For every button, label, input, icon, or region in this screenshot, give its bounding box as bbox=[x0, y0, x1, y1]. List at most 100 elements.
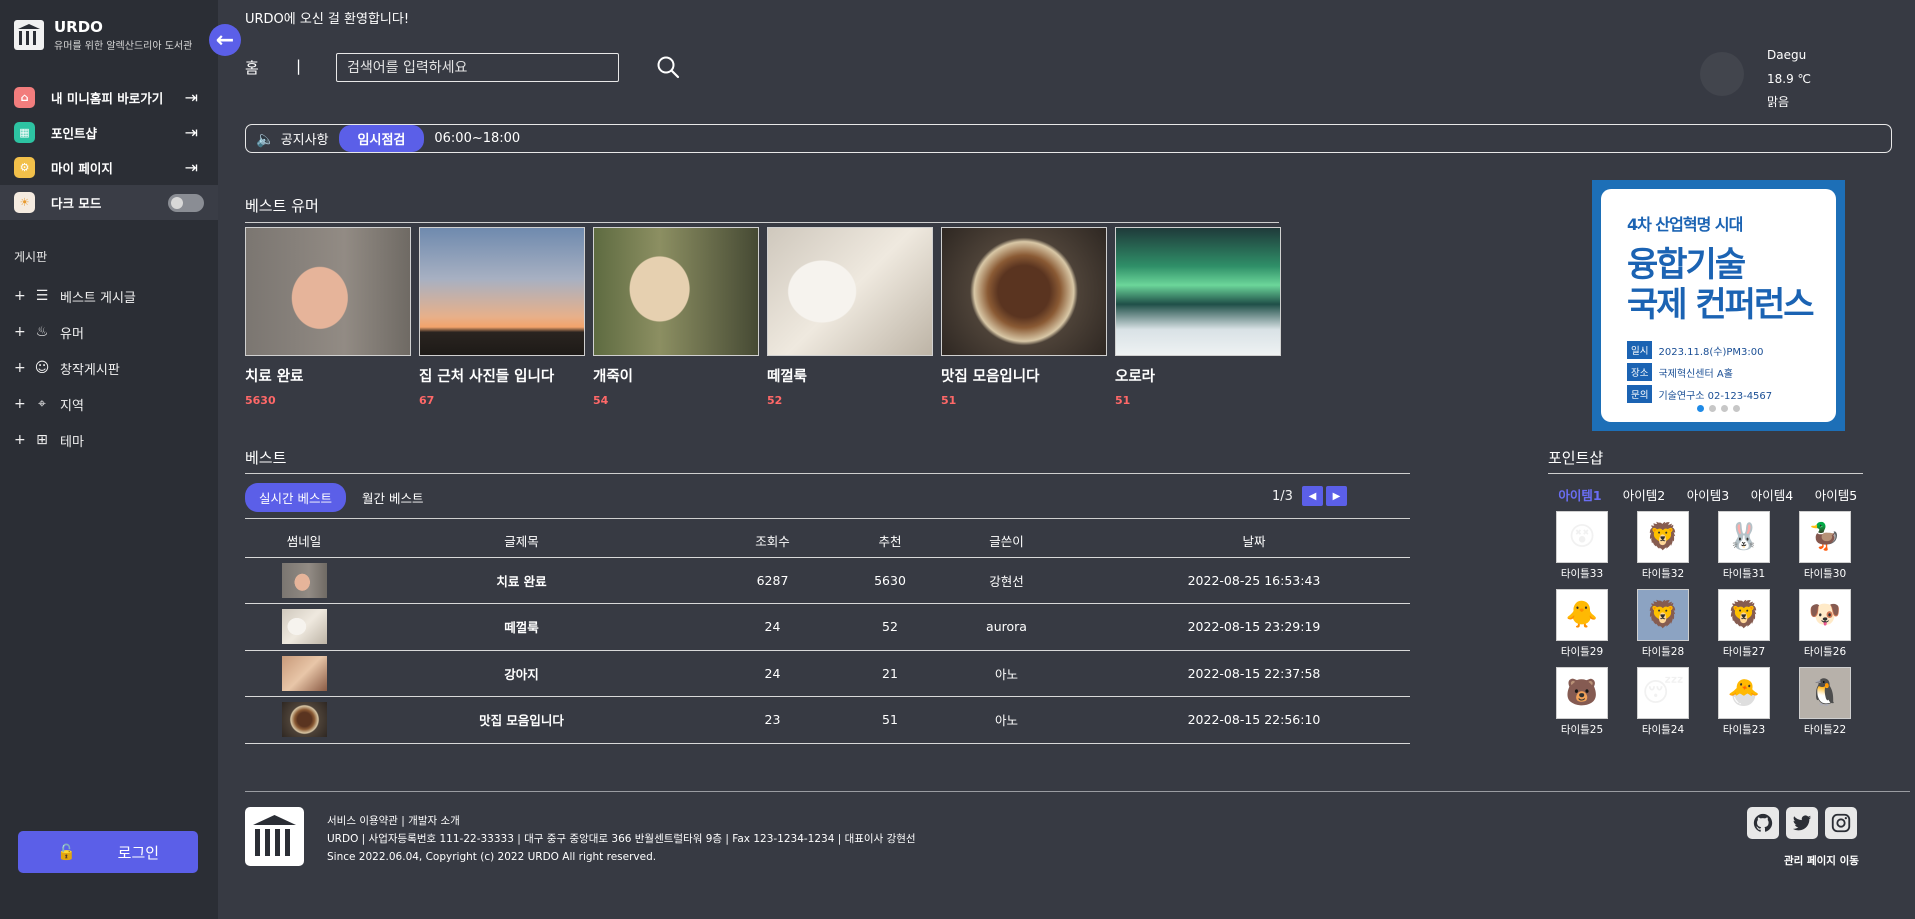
emoticon-image[interactable]: 🐣 bbox=[1718, 667, 1770, 719]
card-title[interactable]: 집 근처 사진들 입니다 bbox=[419, 365, 585, 386]
banner-tag: 일시 bbox=[1627, 341, 1653, 359]
speaker-icon: 🔈 bbox=[256, 129, 275, 148]
shop-item[interactable]: 🐶 타이틀26 bbox=[1799, 589, 1851, 659]
emoticon-image[interactable]: 😴 bbox=[1637, 667, 1689, 719]
emoticon-image[interactable]: 🐧 bbox=[1799, 667, 1851, 719]
table-row[interactable]: 맛집 모음입니다 23 51 아노 2022-08-15 22:56:10 bbox=[245, 696, 1410, 744]
sidebar-item-humor[interactable]: + ♨ 유머 bbox=[14, 314, 136, 350]
instagram-icon[interactable] bbox=[1825, 807, 1857, 839]
brand[interactable]: URDO 유머를 위한 알렉산드리아 도서관 bbox=[14, 18, 192, 52]
tab-item4[interactable]: 아이템4 bbox=[1740, 485, 1804, 504]
shop-item[interactable]: 🦁 타이틀27 bbox=[1718, 589, 1770, 659]
shop-item[interactable]: 🦁 타이틀28 bbox=[1637, 589, 1689, 659]
humor-card[interactable]: 오로라 51 bbox=[1115, 227, 1281, 407]
collapse-sidebar-button[interactable]: ← bbox=[209, 24, 241, 56]
notice-bar[interactable]: 🔈 공지사항 임시점검 06:00~18:00 bbox=[245, 124, 1892, 153]
carousel-dot[interactable] bbox=[1721, 405, 1728, 412]
row-title[interactable]: 치료 완료 bbox=[363, 557, 680, 604]
humor-card[interactable]: 집 근처 사진들 입니다 67 bbox=[419, 227, 585, 407]
home-link[interactable]: 홈 bbox=[245, 57, 259, 78]
post-thumbnail[interactable] bbox=[941, 227, 1107, 356]
humor-card[interactable]: 떼껄룩 52 bbox=[767, 227, 933, 407]
weather-temp: 18.9 ℃ bbox=[1767, 71, 1812, 86]
exit-arrow-icon: ⇥ bbox=[184, 123, 198, 142]
sidebar-item-pointshop[interactable]: ▦ 포인트샵 ⇥ bbox=[0, 115, 218, 150]
shop-item[interactable]: 🐰 타이틀31 bbox=[1718, 511, 1770, 581]
shop-item[interactable]: 🐣 타이틀23 bbox=[1718, 667, 1770, 737]
admin-page-link[interactable]: 관리 페이지 이동 bbox=[1784, 853, 1859, 868]
sidebar-item-theme[interactable]: + ⊞ 테마 bbox=[14, 422, 136, 458]
table-row[interactable]: 떼껄룩 24 52 aurora 2022-08-15 23:29:19 bbox=[245, 603, 1410, 651]
post-thumbnail[interactable] bbox=[419, 227, 585, 356]
humor-card[interactable]: 치료 완료 5630 bbox=[245, 227, 411, 407]
sidebar-item-mypage[interactable]: ⚙ 마이 페이지 ⇥ bbox=[0, 150, 218, 185]
shop-item[interactable]: 🐥 타이틀29 bbox=[1556, 589, 1608, 659]
card-title[interactable]: 떼껄룩 bbox=[767, 365, 933, 386]
sidebar-item-region[interactable]: + ⌖ 지역 bbox=[14, 386, 136, 422]
tab-item5[interactable]: 아이템5 bbox=[1804, 485, 1868, 504]
card-title[interactable]: 치료 완료 bbox=[245, 365, 411, 386]
humor-card[interactable]: 개죽이 54 bbox=[593, 227, 759, 407]
twitter-icon[interactable] bbox=[1786, 807, 1818, 839]
best-humor-title: 베스트 유머 bbox=[245, 197, 319, 215]
row-title[interactable]: 강아지 bbox=[363, 650, 680, 697]
row-thumbnail[interactable] bbox=[281, 702, 327, 738]
emoticon-image[interactable]: 🦁 bbox=[1718, 589, 1770, 641]
tab-item1[interactable]: 아이템1 bbox=[1548, 485, 1612, 504]
emoticon-image[interactable]: 🐥 bbox=[1556, 589, 1608, 641]
shop-item[interactable]: 🦆 타이틀30 bbox=[1799, 511, 1851, 581]
shop-item[interactable]: 😴 타이틀24 bbox=[1637, 667, 1689, 737]
sidebar-item-minihome[interactable]: ⌂ 내 미니홈피 바로가기 ⇥ bbox=[0, 80, 218, 115]
tab-item2[interactable]: 아이템2 bbox=[1612, 485, 1676, 504]
search-icon[interactable] bbox=[656, 55, 680, 79]
card-title[interactable]: 오로라 bbox=[1115, 365, 1281, 386]
tab-item3[interactable]: 아이템3 bbox=[1676, 485, 1740, 504]
post-thumbnail[interactable] bbox=[245, 227, 411, 356]
conference-banner[interactable]: 4차 산업혁명 시대 융합기술 국제 컨퍼런스 일시 2023.11.8(수)P… bbox=[1592, 180, 1845, 431]
banner-value: 기술연구소 02-123-4567 bbox=[1658, 390, 1773, 402]
carousel-dot[interactable] bbox=[1733, 405, 1740, 412]
sidebar-item-best-posts[interactable]: + ☰ 베스트 게시글 bbox=[14, 278, 136, 314]
tab-monthly-best[interactable]: 월간 베스트 bbox=[348, 483, 437, 512]
row-title[interactable]: 맛집 모음입니다 bbox=[363, 696, 680, 744]
emoticon-image[interactable]: 🦁 bbox=[1637, 511, 1689, 563]
table-row[interactable]: 강아지 24 21 아노 2022-08-15 22:37:58 bbox=[245, 650, 1410, 697]
emoticon-image[interactable]: 😵 bbox=[1556, 511, 1608, 563]
shop-item[interactable]: 🐧 타이틀22 bbox=[1799, 667, 1851, 737]
carousel-dot[interactable] bbox=[1709, 405, 1716, 412]
dark-mode-toggle[interactable] bbox=[168, 193, 204, 212]
footer-links[interactable]: 서비스 이용약관 | 개발자 소개 bbox=[327, 812, 916, 830]
row-thumbnail[interactable] bbox=[281, 562, 327, 598]
card-title[interactable]: 맛집 모음입니다 bbox=[941, 365, 1107, 386]
post-thumbnail[interactable] bbox=[767, 227, 933, 356]
emoticon-image[interactable]: 🐶 bbox=[1799, 589, 1851, 641]
footer-copyright: Since 2022.06.04, Copyright (c) 2022 URD… bbox=[327, 851, 657, 863]
sun-icon: ☀ bbox=[14, 192, 35, 213]
emoticon-image[interactable]: 🦆 bbox=[1799, 511, 1851, 563]
carousel-dot[interactable] bbox=[1697, 405, 1704, 412]
prev-page-button[interactable]: ◀ bbox=[1301, 486, 1323, 506]
post-thumbnail[interactable] bbox=[593, 227, 759, 356]
emoticon-image[interactable]: 🐰 bbox=[1718, 511, 1770, 563]
table-row[interactable]: 치료 완료 6287 5630 강현선 2022-08-25 16:53:43 bbox=[245, 557, 1410, 604]
humor-card[interactable]: 맛집 모음입니다 51 bbox=[941, 227, 1107, 407]
row-title[interactable]: 떼껄룩 bbox=[363, 603, 680, 651]
board-label: 테마 bbox=[60, 434, 84, 450]
card-title[interactable]: 개죽이 bbox=[593, 365, 759, 386]
tab-realtime-best[interactable]: 실시간 베스트 bbox=[245, 483, 346, 512]
emoticon-image[interactable]: 🐻 bbox=[1556, 667, 1608, 719]
github-icon[interactable] bbox=[1747, 807, 1779, 839]
search-input[interactable] bbox=[336, 53, 619, 82]
next-page-button[interactable]: ▶ bbox=[1325, 486, 1347, 506]
shop-item[interactable]: 😵 타이틀33 bbox=[1556, 511, 1608, 581]
shop-item[interactable]: 🦁 타이틀32 bbox=[1637, 511, 1689, 581]
shop-item[interactable]: 🐻 타이틀25 bbox=[1556, 667, 1608, 737]
row-thumbnail[interactable] bbox=[281, 655, 327, 691]
sidebar-item-creative[interactable]: + ☺ 창작게시판 bbox=[14, 350, 136, 386]
page-indicator: 1/3 bbox=[1272, 488, 1293, 504]
login-button[interactable]: 🔓 로그인 bbox=[18, 831, 198, 873]
column-header: 추천 bbox=[865, 524, 915, 558]
row-thumbnail[interactable] bbox=[281, 609, 327, 645]
emoticon-image[interactable]: 🦁 bbox=[1637, 589, 1689, 641]
post-thumbnail[interactable] bbox=[1115, 227, 1281, 356]
